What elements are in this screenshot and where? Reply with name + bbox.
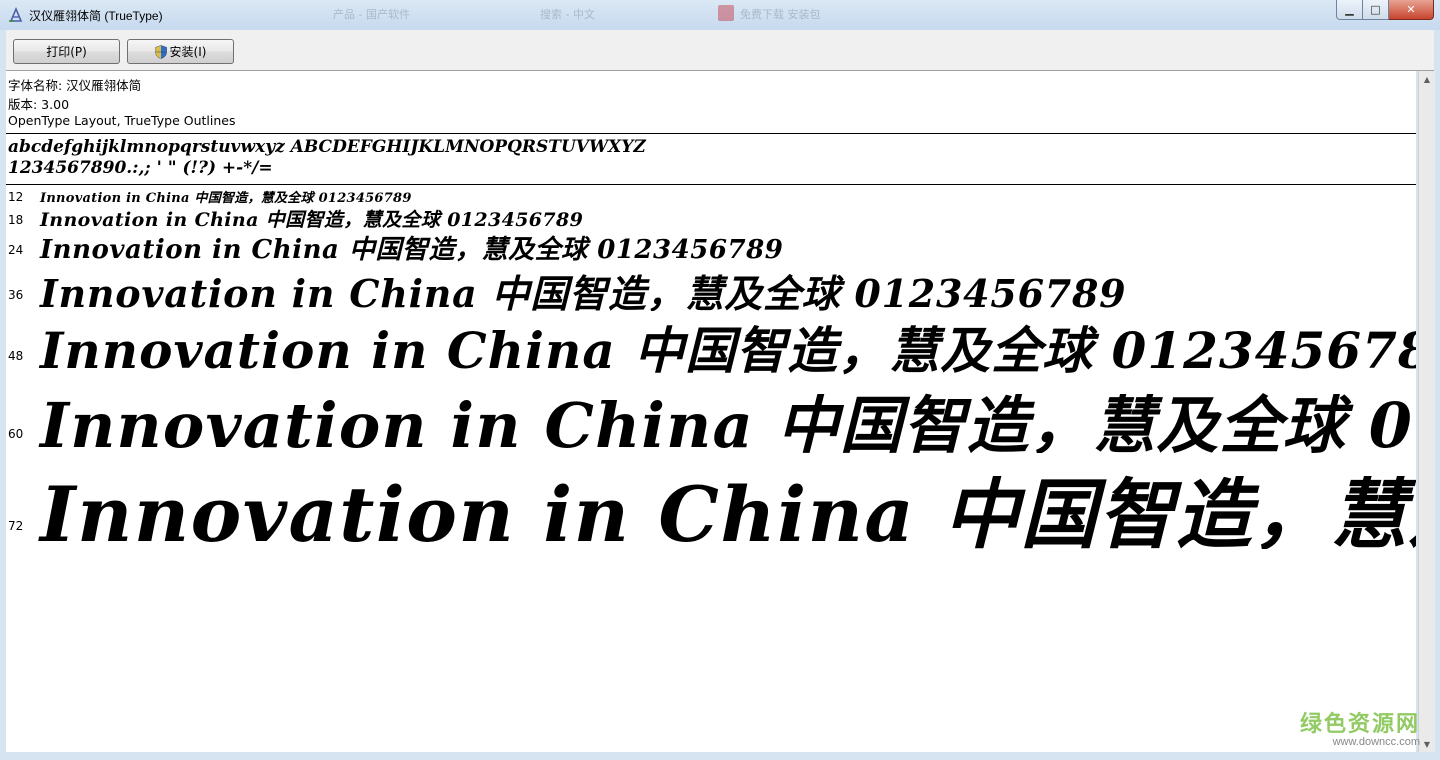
vertical-scrollbar[interactable]: ▲ ▼ (1418, 71, 1435, 752)
sample-size-label: 48 (8, 349, 24, 363)
font-name-line: 字体名称: 汉仪雁翎体简 (8, 78, 142, 93)
sample-row-72: 72 Innovation in China 中国智造，慧及全球 0123456… (6, 453, 1416, 549)
sample-text: Innovation in China 中国智造，慧及全球 0123456789 (40, 271, 1127, 311)
font-preview-area[interactable]: 字体名称: 汉仪雁翎体简 版本: 3.00 OpenType Layout, T… (6, 71, 1416, 752)
divider (6, 133, 1416, 134)
minimize-button[interactable]: ▁ (1336, 0, 1363, 20)
maximize-button[interactable]: □ (1363, 0, 1389, 20)
watermark-site-name: 绿色资源网 (1299, 712, 1420, 737)
sample-row-24: 24 Innovation in China 中国智造，慧及全球 0123456… (6, 229, 1416, 263)
font-file-icon (9, 7, 23, 22)
close-button[interactable]: ✕ (1389, 0, 1434, 20)
sample-row-48: 48 Innovation in China 中国智造，慧及全球 0123456… (6, 311, 1416, 375)
watermark: 绿色资源网 www.downcc.com (1300, 706, 1420, 748)
sample-size-label: 72 (8, 519, 24, 533)
background-window-title: 产品 - 国产软件 (333, 8, 410, 21)
sample-row-12: 12 Innovation in China 中国智造，慧及全球 0123456… (6, 187, 1416, 205)
sample-row-60: 60 Innovation in China 中国智造，慧及全球 0123456… (6, 375, 1416, 453)
sample-size-label: 18 (8, 213, 24, 227)
minimize-icon: ▁ (1345, 3, 1354, 16)
sample-text: Innovation in China 中国智造，慧及全球 0123456789 (40, 191, 412, 205)
sample-text: Innovation in China 中国智造，慧及全球 0123456789 (40, 209, 584, 231)
font-version-line: 版本: 3.00 (8, 97, 70, 112)
window-bottom-border (0, 752, 1440, 760)
close-icon: ✕ (1406, 3, 1416, 16)
sample-size-label: 60 (8, 427, 24, 441)
scroll-up-arrow-icon[interactable]: ▲ (1419, 71, 1435, 87)
background-window-title: 搜索 - 中文 (540, 8, 595, 21)
install-button[interactable]: 安装(I) (127, 39, 234, 64)
maximize-icon: □ (1370, 3, 1381, 16)
title-bar[interactable]: 汉仪雁翎体简 (TrueType) 产品 - 国产软件 搜索 - 中文 免费下载… (0, 0, 1440, 30)
window-controls: ▁ □ ✕ (1336, 0, 1434, 20)
sample-row-18: 18 Innovation in China 中国智造，慧及全球 0123456… (6, 205, 1416, 231)
print-button[interactable]: 打印(P) (13, 39, 120, 64)
background-app-icon (718, 5, 734, 21)
sample-text: Innovation in China 中国智造，慧及全球 0123456789 (40, 321, 1416, 375)
sample-text: Innovation in China 中国智造，慧及全球 0123456789 (40, 389, 1416, 453)
scroll-down-arrow-icon[interactable]: ▼ (1419, 736, 1435, 752)
sample-text: Innovation in China 中国智造，慧及全球 0123456789 (40, 470, 1416, 549)
divider (6, 184, 1416, 185)
charset-digits-symbols: 1234567890.:,; ' " (!?) +-*/= (8, 158, 273, 178)
uac-shield-icon (154, 44, 167, 59)
font-viewer-window: 汉仪雁翎体简 (TrueType) 产品 - 国产软件 搜索 - 中文 免费下载… (0, 0, 1440, 760)
sample-text: Innovation in China 中国智造，慧及全球 0123456789 (40, 235, 784, 263)
font-type-line: OpenType Layout, TrueType Outlines (8, 113, 236, 128)
sample-size-label: 12 (8, 190, 24, 204)
install-button-label: 安装(I) (169, 45, 207, 59)
background-window-title: 免费下载 安装包 (740, 8, 821, 21)
window-title: 汉仪雁翎体简 (TrueType) (29, 9, 163, 23)
toolbar: 打印(P) 安装(I) (6, 30, 1434, 71)
sample-size-label: 36 (8, 288, 24, 302)
charset-letters: abcdefghijklmnopqrstuvwxyz ABCDEFGHIJKLM… (8, 137, 646, 157)
sample-row-36: 36 Innovation in China 中国智造，慧及全球 0123456… (6, 263, 1416, 311)
print-button-label: 打印(P) (46, 45, 87, 59)
sample-size-label: 24 (8, 243, 24, 257)
